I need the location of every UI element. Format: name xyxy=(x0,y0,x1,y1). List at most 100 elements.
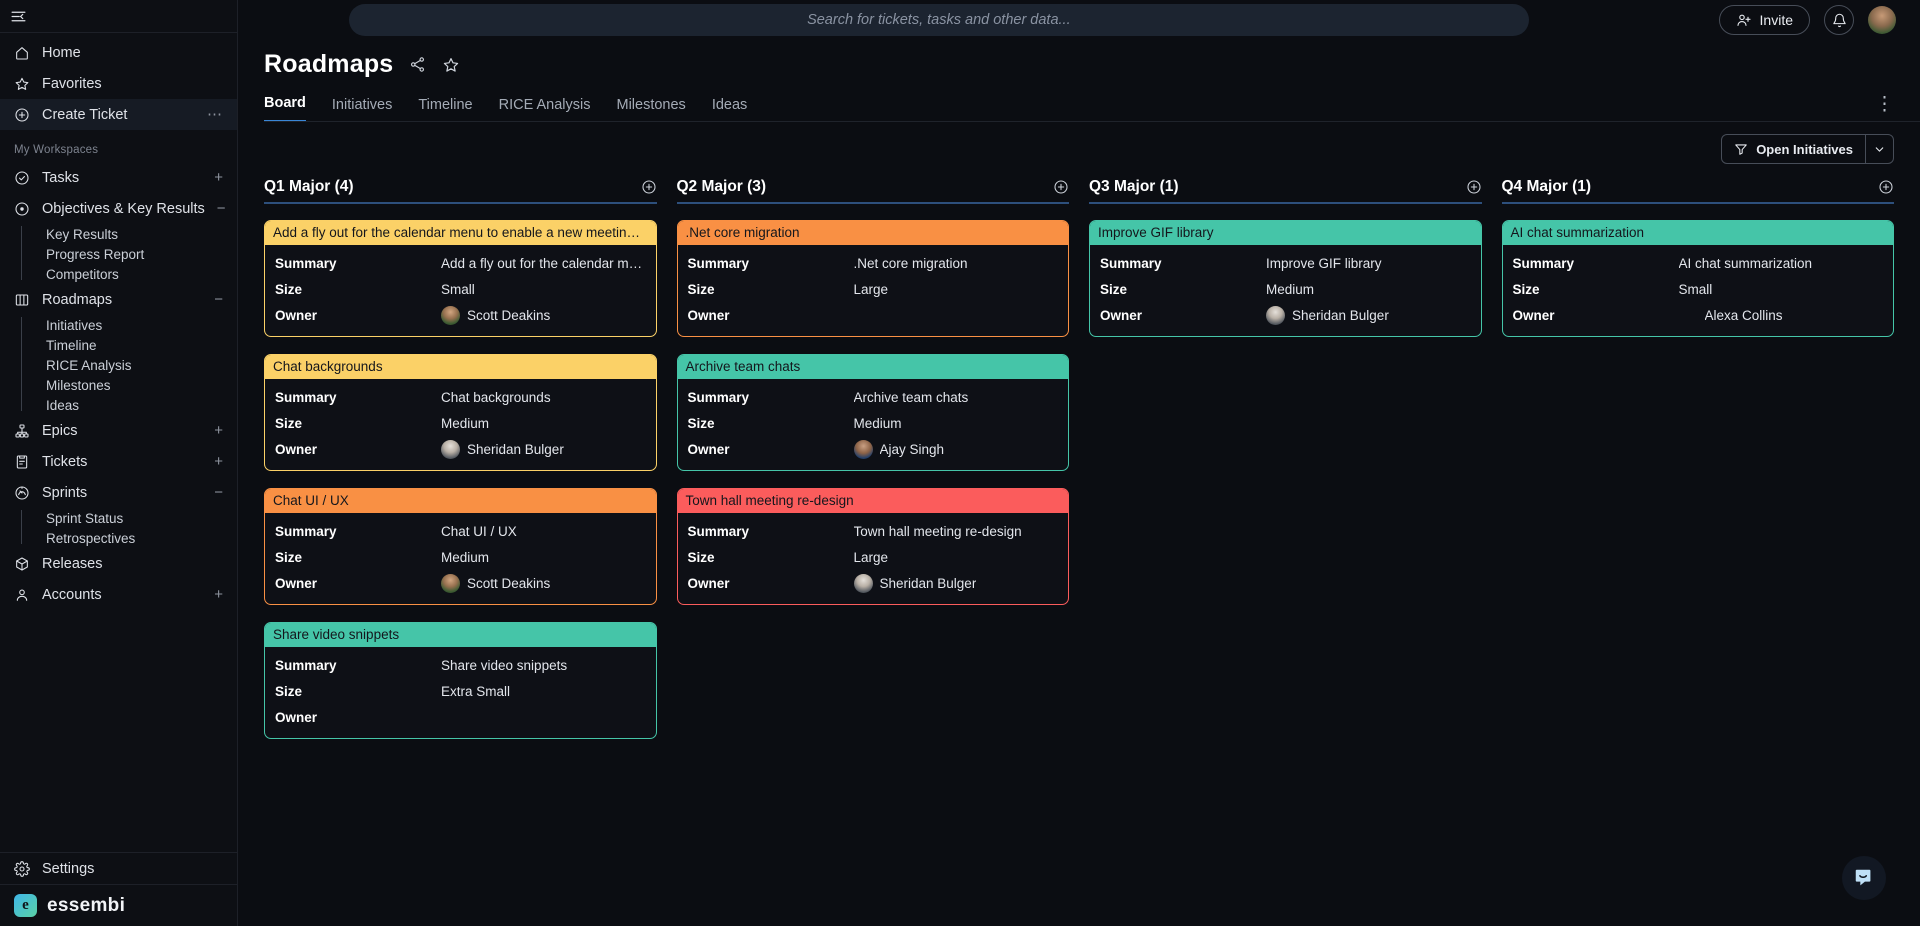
board-column: Q2 Major (3) .Net core migration Summary .N… xyxy=(676,178,1069,926)
sidebar-item-label: Objectives & Key Results xyxy=(42,200,205,217)
sidebar-group-toggle[interactable]: + xyxy=(214,170,223,185)
sidebar-item-ideas[interactable]: Ideas xyxy=(32,395,237,415)
sidebar-item-create-ticket[interactable]: Create Ticket ⋯ xyxy=(0,99,237,130)
sidebar-item-roadmaps[interactable]: Roadmaps − xyxy=(0,284,237,315)
sidebar-item-releases[interactable]: Releases xyxy=(0,548,237,579)
sidebar-item-progress-report[interactable]: Progress Report xyxy=(32,244,237,264)
sidebar-group-toggle[interactable]: + xyxy=(214,587,223,602)
sidebar-item-rice-analysis[interactable]: RICE Analysis xyxy=(32,355,237,375)
initiative-card[interactable]: Add a fly out for the calendar menu to e… xyxy=(264,220,657,337)
card-label-summary: Summary xyxy=(1100,255,1162,271)
sidebar-item-sprints[interactable]: Sprints − xyxy=(0,477,237,508)
sidebar-item-sprint-status[interactable]: Sprint Status xyxy=(32,508,237,528)
sidebar-item-label: Home xyxy=(42,44,81,61)
global-search[interactable] xyxy=(348,4,1529,36)
add-card-button[interactable] xyxy=(1878,179,1894,195)
sidebar-item-favorites[interactable]: Favorites xyxy=(0,68,237,99)
sidebar-group-toggle[interactable]: − xyxy=(214,485,223,500)
sidebar-item-tasks[interactable]: Tasks + xyxy=(0,162,237,193)
search-input[interactable] xyxy=(348,12,1529,28)
sidebar-settings-row[interactable]: Settings xyxy=(0,852,237,884)
brand-logo[interactable]: e essembi xyxy=(0,884,237,926)
sidebar-item-retrospectives[interactable]: Retrospectives xyxy=(32,528,237,548)
sidebar-item-home[interactable]: Home xyxy=(0,37,237,68)
tab-timeline[interactable]: Timeline xyxy=(418,97,472,122)
card-value-size-text: Medium xyxy=(441,415,490,431)
card-value-size-text: Large xyxy=(853,281,889,297)
sidebar-group-toggle[interactable]: + xyxy=(214,423,223,438)
tab-milestones[interactable]: Milestones xyxy=(617,97,686,122)
sidebar-item-objectives-key-results[interactable]: Objectives & Key Results − xyxy=(0,193,237,224)
card-field-row: Summary Chat backgrounds xyxy=(275,384,646,410)
page-header: Roadmaps Board Initiatives Timeline RICE An… xyxy=(238,40,1920,122)
invite-label: Invite xyxy=(1759,12,1793,28)
sidebar-item-settings[interactable]: Settings xyxy=(0,853,237,884)
initiative-card[interactable]: Improve GIF library Summary Improve GIF li… xyxy=(1089,220,1482,337)
top-bar-actions: Invite xyxy=(1718,5,1896,35)
sidebar-item-milestones[interactable]: Milestones xyxy=(32,375,237,395)
card-field-row: Owner Scott Deakins xyxy=(275,302,646,328)
owner-avatar xyxy=(853,439,873,459)
card-value-owner: Sheridan Bulger xyxy=(853,573,1059,593)
card-label-summary: Summary xyxy=(687,523,750,539)
card-value-summary: Archive team chats xyxy=(854,390,1059,405)
add-card-button[interactable] xyxy=(641,179,657,195)
tab-ideas[interactable]: Ideas xyxy=(712,97,747,122)
card-field-row: Summary Chat UI / UX xyxy=(275,518,646,544)
column-header: Q1 Major (4) xyxy=(264,178,657,204)
owner-avatar xyxy=(441,573,460,593)
sidebar-section-label: My Workspaces xyxy=(14,144,99,156)
card-value-size: Medium xyxy=(1266,282,1471,297)
notifications-button[interactable] xyxy=(1824,5,1854,35)
add-card-button[interactable] xyxy=(1466,179,1482,195)
card-value-owner: Ajay Singh xyxy=(853,439,1059,459)
invite-button[interactable]: Invite xyxy=(1718,5,1810,35)
initiative-card[interactable]: .Net core migration Summary .Net core migr… xyxy=(676,220,1069,337)
tab-board[interactable]: Board xyxy=(264,95,306,122)
sidebar-group-toggle[interactable]: − xyxy=(217,201,226,216)
card-field-row: Summary Add a fly out for the calendar me… xyxy=(275,250,646,276)
card-value-summary-text: Town hall meeting re-design xyxy=(853,523,1022,539)
add-card-button[interactable] xyxy=(1053,179,1069,195)
card-field-row: Size Small xyxy=(275,276,646,302)
sidebar-item-more-icon[interactable]: ⋯ xyxy=(207,107,223,122)
sidebar-group-toggle[interactable]: − xyxy=(214,292,223,307)
sidebar-item-accounts[interactable]: Accounts + xyxy=(0,579,237,610)
sidebar-group-toggle[interactable]: + xyxy=(214,454,223,469)
sidebar-item-competitors[interactable]: Competitors xyxy=(32,264,237,284)
board-column: Q3 Major (1) Improve GIF library Summary Im… xyxy=(1089,178,1482,926)
more-vertical-icon[interactable]: ⋮ xyxy=(1875,93,1894,122)
star-icon xyxy=(14,76,30,92)
card-label-size: Size xyxy=(1100,281,1128,297)
sidebar-item-timeline[interactable]: Timeline xyxy=(32,335,237,355)
filter-dropdown-button[interactable] xyxy=(1865,135,1893,163)
card-title: Town hall meeting re-design xyxy=(677,489,1068,513)
card-value-summary-text: Improve GIF library xyxy=(1266,255,1382,271)
sidebar-item-tickets[interactable]: Tickets + xyxy=(0,446,237,477)
sidebar-item-key-results[interactable]: Key Results xyxy=(32,224,237,244)
open-initiatives-filter-button[interactable]: Open Initiatives xyxy=(1722,135,1865,163)
tab-rice-analysis[interactable]: RICE Analysis xyxy=(499,97,591,122)
gear-icon xyxy=(14,860,30,877)
avatar[interactable] xyxy=(1868,6,1896,34)
share-icon[interactable] xyxy=(409,56,426,73)
tab-initiatives[interactable]: Initiatives xyxy=(332,97,392,122)
sidebar-toggle-icon xyxy=(10,8,27,25)
card-value-size-text: Medium xyxy=(441,549,490,565)
initiative-card[interactable]: Chat backgrounds Summary Chat backgrounds S… xyxy=(264,354,657,471)
initiative-card[interactable]: AI chat summarization Summary AI chat summ… xyxy=(1501,220,1894,337)
card-body: Summary Chat backgrounds Size Medium Owner Sh… xyxy=(265,379,656,470)
initiative-card[interactable]: Share video snippets Summary Share video s… xyxy=(264,622,657,739)
sidebar-item-initiatives[interactable]: Initiatives xyxy=(32,315,237,335)
sidebar-item-epics[interactable]: Epics + xyxy=(0,415,237,446)
board-column: Q1 Major (4) Add a fly out for the calend… xyxy=(264,178,657,926)
sidebar-item-label: Epics xyxy=(42,422,78,439)
star-outline-icon[interactable] xyxy=(442,56,460,74)
cube-icon xyxy=(14,556,30,572)
initiative-card[interactable]: Chat UI / UX Summary Chat UI / UX Size Mediu… xyxy=(264,488,657,605)
initiative-card[interactable]: Town hall meeting re-design Summary Town h… xyxy=(676,488,1069,605)
owner-avatar xyxy=(441,305,460,325)
sidebar-collapse-button[interactable] xyxy=(0,0,237,33)
initiative-card[interactable]: Archive team chats Summary Archive team ch… xyxy=(676,354,1069,471)
chat-widget-button[interactable] xyxy=(1842,856,1886,900)
